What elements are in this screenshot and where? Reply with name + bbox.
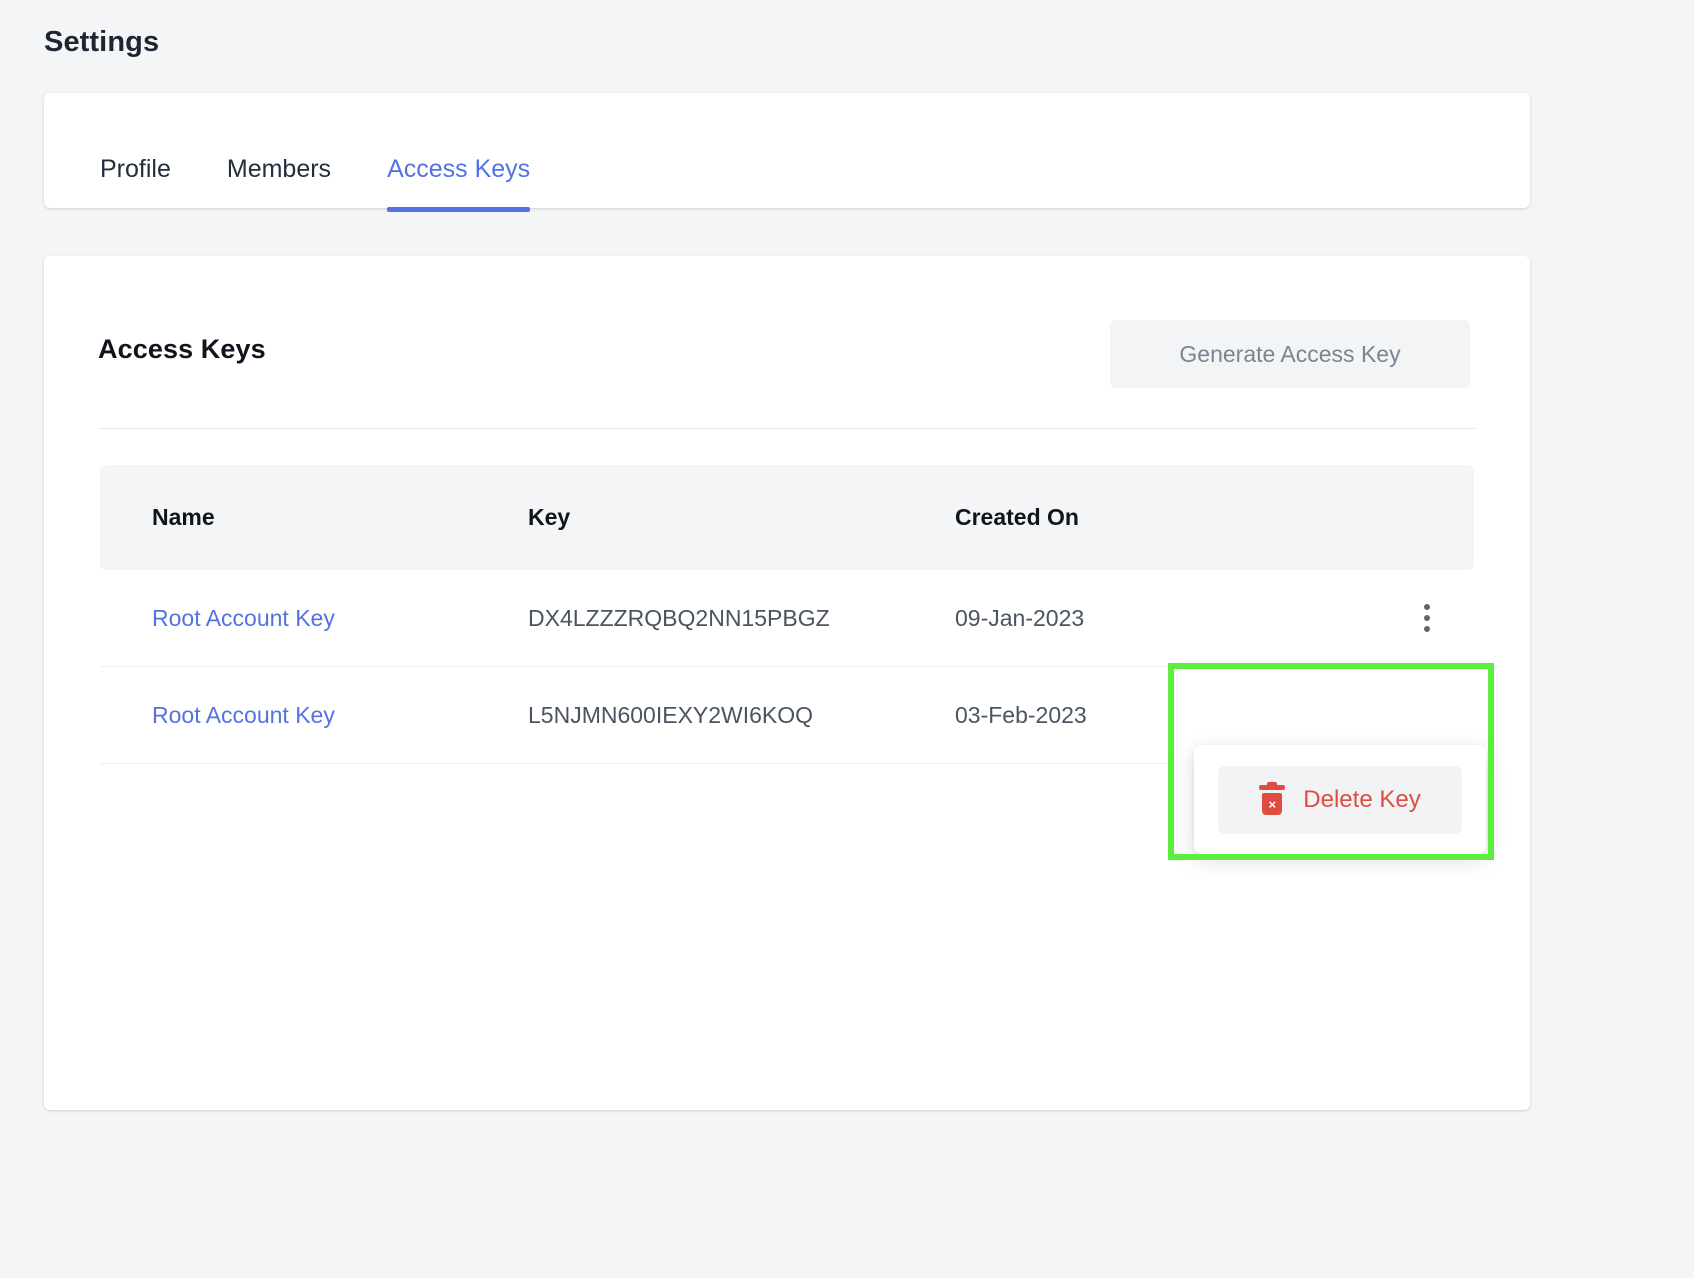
section-divider	[98, 428, 1476, 429]
section-title: Access Keys	[98, 334, 266, 364]
table-header-row: Name Key Created On	[100, 465, 1474, 570]
column-header-created-on: Created On	[955, 504, 1079, 530]
tabs-card: Profile Members Access Keys	[44, 93, 1530, 212]
key-value: L5NJMN600IEXY2WI6KOQ	[528, 701, 814, 728]
trash-body: ×	[1262, 792, 1283, 815]
kebab-menu-icon[interactable]	[1410, 598, 1444, 638]
kebab-dot	[1424, 626, 1430, 632]
trash-icon: ×	[1259, 781, 1286, 815]
tab-access-keys[interactable]: Access Keys	[387, 157, 531, 212]
kebab-dot	[1424, 615, 1430, 621]
kebab-dot	[1424, 604, 1430, 610]
page-title: Settings	[44, 26, 160, 58]
trash-x-glyph: ×	[1268, 796, 1277, 812]
generate-access-key-button[interactable]: Generate Access Key	[1110, 320, 1470, 388]
key-value: DX4LZZZRQBQ2NN15PBGZ	[528, 604, 830, 631]
key-name-link[interactable]: Root Account Key	[100, 702, 528, 729]
tab-members[interactable]: Members	[227, 157, 331, 208]
row-actions	[1335, 598, 1474, 638]
column-header-name: Name	[152, 504, 215, 530]
delete-key-label: Delete Key	[1303, 785, 1421, 813]
key-name-link[interactable]: Root Account Key	[100, 605, 528, 632]
trash-lid	[1259, 784, 1286, 790]
tab-profile[interactable]: Profile	[100, 157, 171, 208]
key-created-on: 09-Jan-2023	[955, 604, 1085, 631]
row-context-menu: × Delete Key	[1194, 745, 1486, 854]
tab-bar: Profile Members Access Keys	[44, 93, 586, 212]
column-header-key: Key	[528, 504, 571, 530]
delete-key-menu-item[interactable]: × Delete Key	[1218, 765, 1462, 834]
table-row: Root Account Key DX4LZZZRQBQ2NN15PBGZ 09…	[100, 570, 1474, 667]
